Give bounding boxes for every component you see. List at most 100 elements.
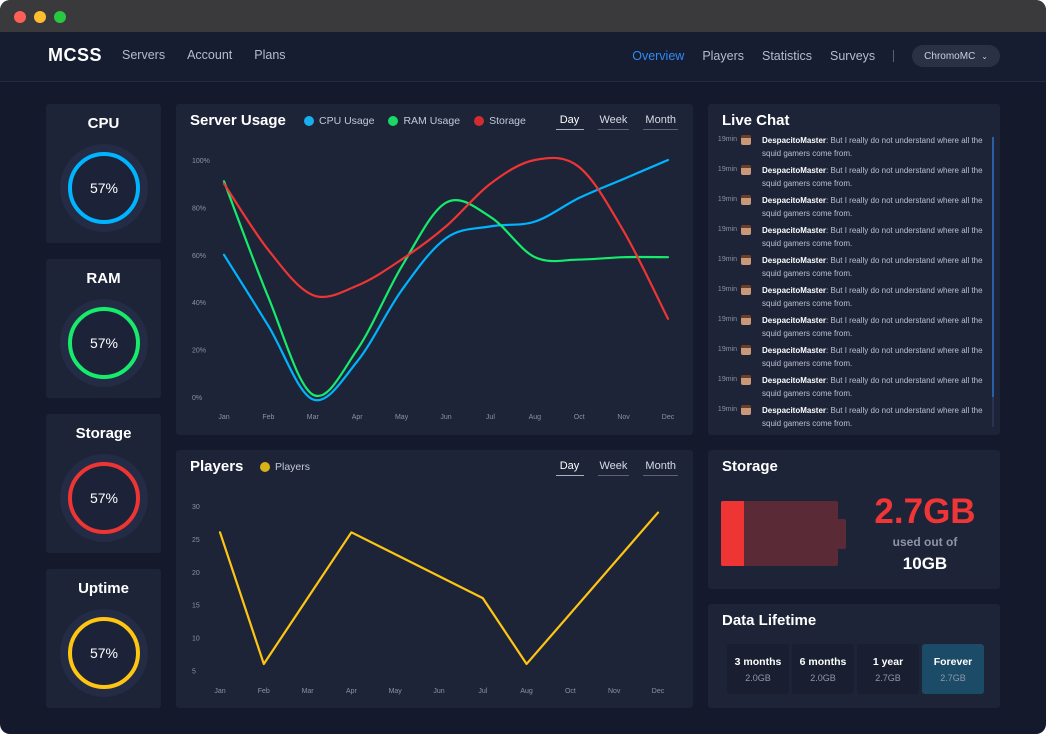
chat-username[interactable]: DespacitoMaster xyxy=(762,286,826,295)
stat-card-storage: Storage 57% xyxy=(46,414,161,553)
avatar-icon[interactable] xyxy=(741,135,751,145)
x-tick-label: Dec xyxy=(662,414,675,421)
x-tick-label: Jun xyxy=(440,414,451,421)
lifetime-option-size: 2.0GB xyxy=(810,672,836,683)
nav-link-servers[interactable]: Servers xyxy=(122,48,165,62)
close-window-button[interactable] xyxy=(14,11,26,23)
data-lifetime-options: 3 months 2.0GB 6 months 2.0GB 1 year 2.7… xyxy=(727,644,987,694)
chat-scrollbar[interactable] xyxy=(992,137,994,427)
chat-username[interactable]: DespacitoMaster xyxy=(762,346,826,355)
avatar-icon[interactable] xyxy=(741,195,751,205)
server-usage-chart: 0% 20% 40% 60% 80% 100% Jan Feb Mar Apr May Jun Jul A… xyxy=(192,156,675,421)
chat-username[interactable]: DespacitoMaster xyxy=(762,196,826,205)
x-tick-label: Nov xyxy=(617,414,630,421)
series-line-players[interactable] xyxy=(218,511,660,666)
avatar-icon[interactable] xyxy=(741,165,751,175)
primary-nav: Servers Account Plans xyxy=(122,48,308,62)
avatar-icon[interactable] xyxy=(741,225,751,235)
storage-total-value: 10GB xyxy=(902,554,948,573)
stat-title: Storage xyxy=(75,425,132,442)
data-lifetime-panel: Data Lifetime 3 months 2.0GB 6 months 2.… xyxy=(708,604,1000,708)
avatar-icon[interactable] xyxy=(741,315,751,325)
app-logo[interactable]: MCSS xyxy=(48,45,102,66)
y-tick-label: 60% xyxy=(192,253,206,260)
x-tick-label: Feb xyxy=(262,414,274,421)
chat-message-text: DespacitoMaster: But I really do not und… xyxy=(762,284,987,310)
lifetime-option-6-months[interactable]: 6 months 2.0GB xyxy=(792,644,854,694)
players-panel: Players Players Day Week Month 5 10 15 20 25… xyxy=(176,450,693,708)
chat-scrollbar-thumb[interactable] xyxy=(992,137,994,397)
nav-link-players[interactable]: Players xyxy=(702,49,744,63)
x-tick-label: Mar xyxy=(302,688,315,695)
lifetime-option-size: 2.7GB xyxy=(875,672,901,683)
stat-card-uptime: Uptime 57% xyxy=(46,569,161,708)
nav-link-plans[interactable]: Plans xyxy=(254,48,285,62)
battery-cap xyxy=(838,519,846,549)
chat-username[interactable]: DespacitoMaster xyxy=(762,406,826,415)
zoom-window-button[interactable] xyxy=(54,11,66,23)
y-tick-label: 0% xyxy=(192,395,202,402)
lifetime-option-1-year[interactable]: 1 year 2.7GB xyxy=(857,644,919,694)
avatar-icon[interactable] xyxy=(741,285,751,295)
battery-icon xyxy=(721,501,838,566)
live-chat-panel: Live Chat 19min DespacitoMaster: But I re… xyxy=(708,104,1000,435)
stat-value: 57% xyxy=(89,490,119,506)
stat-title: CPU xyxy=(87,115,120,132)
storage-gauge-ring: 57% xyxy=(68,462,140,534)
panel-title: Data Lifetime xyxy=(722,612,817,629)
chat-username[interactable]: DespacitoMaster xyxy=(762,226,826,235)
storage-used-value: 2.7GB xyxy=(874,492,976,531)
avatar-icon[interactable] xyxy=(741,375,751,385)
x-tick-label: Jan xyxy=(214,688,225,695)
server-usage-panel: Server Usage CPU Usage RAM Usage Storage… xyxy=(176,104,693,435)
chat-username[interactable]: DespacitoMaster xyxy=(762,316,826,325)
storage-panel: Storage 2.7GB used out of 10GB xyxy=(708,450,1000,589)
chat-message-text: DespacitoMaster: But I really do not und… xyxy=(762,164,987,190)
x-tick-label: May xyxy=(395,414,409,421)
x-tick-label: Apr xyxy=(346,688,358,695)
gauge-track: 57% xyxy=(60,609,148,697)
y-tick-label: 10 xyxy=(192,636,200,643)
avatar-icon[interactable] xyxy=(741,405,751,415)
chat-message-list[interactable]: 19min DespacitoMaster: But I really do no… xyxy=(715,134,987,430)
nav-link-overview[interactable]: Overview xyxy=(632,49,684,63)
nav-link-account[interactable]: Account xyxy=(187,48,232,62)
y-tick-label: 20 xyxy=(192,570,200,577)
chat-username[interactable]: DespacitoMaster xyxy=(762,136,826,145)
chat-message-text: DespacitoMaster: But I really do not und… xyxy=(762,254,987,280)
lifetime-option-forever[interactable]: Forever 2.7GB xyxy=(922,644,984,694)
nav-link-surveys[interactable]: Surveys xyxy=(830,49,875,63)
x-tick-label: Jan xyxy=(218,414,229,421)
chat-username[interactable]: DespacitoMaster xyxy=(762,376,826,385)
minimize-window-button[interactable] xyxy=(34,11,46,23)
chat-timestamp: 19min xyxy=(717,226,737,233)
chat-timestamp: 19min xyxy=(717,346,737,353)
chat-timestamp: 19min xyxy=(717,136,737,143)
x-tick-label: Jul xyxy=(486,414,495,421)
x-tick-label: Feb xyxy=(258,688,270,695)
avatar-icon[interactable] xyxy=(741,345,751,355)
chat-timestamp: 19min xyxy=(717,166,737,173)
chat-timestamp: 19min xyxy=(717,316,737,323)
lifetime-option-label: 1 year xyxy=(872,655,904,668)
nav-link-statistics[interactable]: Statistics xyxy=(762,49,812,63)
lifetime-option-label: 6 months xyxy=(799,655,847,668)
stat-value: 57% xyxy=(89,335,119,351)
y-tick-label: 15 xyxy=(192,603,200,610)
chat-username[interactable]: DespacitoMaster xyxy=(762,166,826,175)
chat-username[interactable]: DespacitoMaster xyxy=(762,256,826,265)
series-line-ram-usage[interactable] xyxy=(222,180,670,398)
stat-title: Uptime xyxy=(78,580,129,597)
battery-fill xyxy=(721,501,745,566)
y-tick-label: 30 xyxy=(192,504,200,511)
chat-message: 19min DespacitoMaster: But I really do no… xyxy=(715,314,987,344)
ram-gauge-ring: 57% xyxy=(68,307,140,379)
avatar-icon[interactable] xyxy=(741,255,751,265)
panel-title: Storage xyxy=(722,458,778,475)
lifetime-option-3-months[interactable]: 3 months 2.0GB xyxy=(727,644,789,694)
y-tick-label: 100% xyxy=(192,158,210,165)
panel-title: Live Chat xyxy=(722,112,790,129)
gauge-track: 57% xyxy=(60,299,148,387)
server-selector[interactable]: ChromoMC ⌄ xyxy=(912,45,1000,67)
x-tick-label: Jun xyxy=(433,688,444,695)
